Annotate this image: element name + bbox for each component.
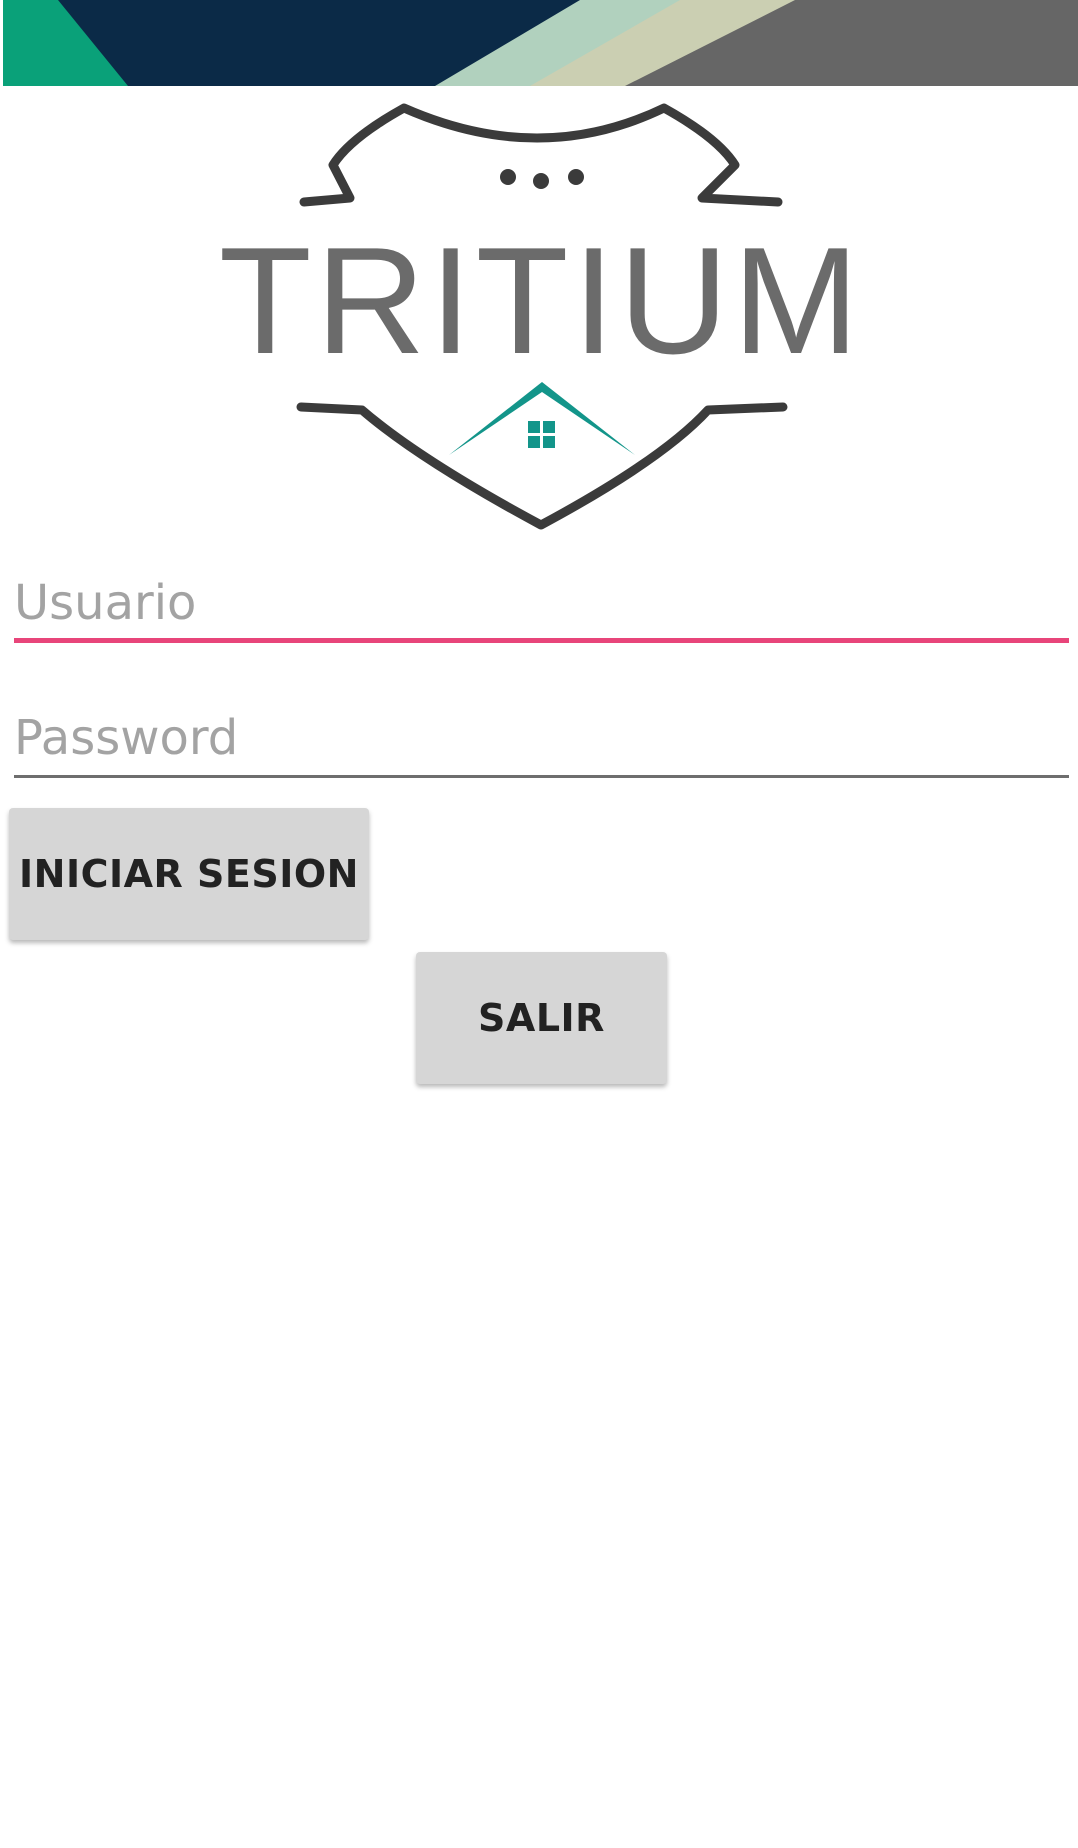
logo-wordmark: TRITIUM	[219, 216, 863, 386]
header-banner	[0, 0, 1078, 86]
password-underline	[14, 775, 1069, 778]
dot-icon	[500, 169, 516, 185]
username-field[interactable]	[14, 563, 1069, 643]
tritium-logo: TRITIUM	[0, 86, 1078, 546]
shield-bottom-outline	[296, 402, 788, 530]
username-underline	[14, 638, 1069, 643]
house-icon	[449, 382, 635, 455]
password-field[interactable]	[14, 698, 1069, 778]
banner-graphic	[0, 0, 1078, 86]
dot-icon	[568, 169, 584, 185]
exit-button[interactable]: SALIR	[416, 952, 667, 1084]
username-input[interactable]	[14, 563, 1069, 643]
login-button[interactable]: INICIAR SESION	[9, 808, 369, 940]
password-input[interactable]	[14, 698, 1069, 778]
dot-icon	[533, 173, 549, 189]
